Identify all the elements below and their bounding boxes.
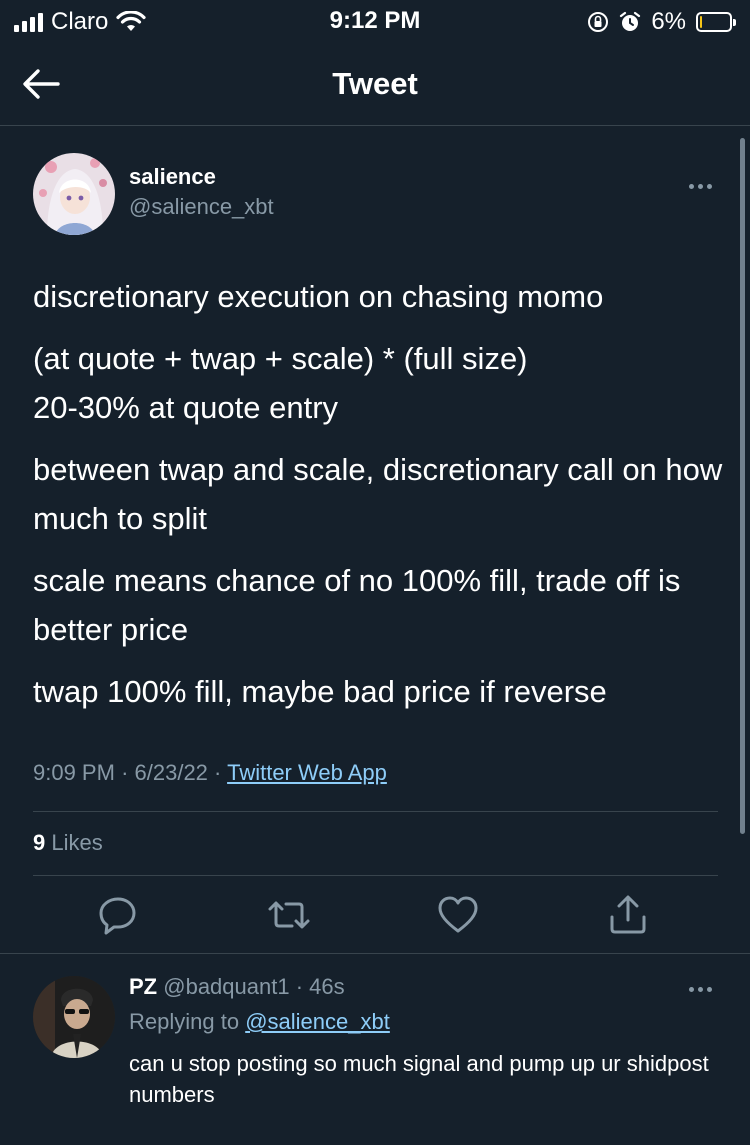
more-dot-icon bbox=[698, 987, 703, 992]
battery-icon bbox=[696, 12, 736, 32]
status-bar: Claro 9:12 PM 6% bbox=[0, 0, 750, 42]
orientation-lock-icon bbox=[588, 12, 609, 32]
person-avatar-image bbox=[33, 976, 115, 1058]
comment-icon bbox=[99, 897, 136, 935]
likes-label: Likes bbox=[51, 830, 103, 855]
replying-to-line: Replying to @salience_xbt bbox=[129, 1009, 390, 1035]
tweet-paragraph: scale means chance of no 100% fill, trad… bbox=[33, 563, 681, 647]
tweet-paragraph: twap 100% fill, maybe bad price if rever… bbox=[33, 674, 607, 709]
divider bbox=[33, 811, 718, 812]
like-button[interactable] bbox=[436, 893, 480, 937]
reply-author-name[interactable]: PZ bbox=[129, 974, 157, 999]
share-button[interactable] bbox=[606, 893, 650, 937]
alarm-icon bbox=[620, 11, 641, 31]
meta-separator: · bbox=[121, 760, 129, 785]
battery-percent: 6% bbox=[651, 8, 686, 35]
likes-count[interactable]: 9 Likes bbox=[33, 830, 103, 856]
more-options-button[interactable] bbox=[687, 168, 714, 196]
reply-header: PZ @badquant1 · 46s bbox=[129, 974, 345, 1000]
battery-level-fill bbox=[700, 16, 702, 28]
reply-separator: · bbox=[295, 974, 304, 999]
author-avatar[interactable] bbox=[33, 153, 115, 235]
reply-author-handle[interactable]: @badquant1 bbox=[163, 974, 289, 999]
tweet-time: 9:09 PM bbox=[33, 760, 115, 785]
meta-separator: · bbox=[214, 760, 222, 785]
status-right: 6% bbox=[587, 8, 736, 36]
reply-body: can u stop posting so much signal and pu… bbox=[129, 1051, 709, 1107]
more-dot-icon bbox=[689, 987, 694, 992]
reply-age: 46s bbox=[309, 974, 345, 999]
heart-icon bbox=[438, 896, 478, 933]
author-handle[interactable]: @salience_xbt bbox=[129, 194, 274, 220]
tweet-paragraph: (at quote + twap + scale) * (full size) … bbox=[33, 341, 528, 425]
tweet-paragraph: discretionary execution on chasing momo bbox=[33, 279, 604, 314]
tweet-paragraph: between twap and scale, discretionary ca… bbox=[33, 452, 723, 536]
tweet-body: discretionary execution on chasing momo … bbox=[33, 272, 723, 729]
tweet-actions bbox=[0, 893, 750, 939]
divider bbox=[33, 875, 718, 876]
tweet-detail-screen: Claro 9:12 PM 6% Tweet salience @salienc… bbox=[0, 0, 750, 1145]
divider bbox=[0, 953, 750, 954]
more-dot-icon bbox=[707, 184, 712, 189]
retweet-icon bbox=[268, 901, 310, 929]
share-icon bbox=[610, 895, 646, 934]
anime-avatar-image bbox=[33, 153, 115, 235]
replying-to-link[interactable]: @salience_xbt bbox=[245, 1009, 390, 1034]
replying-label: Replying to bbox=[129, 1009, 240, 1034]
reply-author-avatar[interactable] bbox=[33, 976, 115, 1058]
more-dot-icon bbox=[698, 184, 703, 189]
tweet-meta: 9:09 PM · 6/23/22 · Twitter Web App bbox=[33, 760, 387, 786]
reply-more-options-button[interactable] bbox=[687, 979, 714, 997]
author-name[interactable]: salience bbox=[129, 164, 216, 190]
more-dot-icon bbox=[689, 184, 694, 189]
scrollbar[interactable] bbox=[740, 138, 745, 834]
reply-button[interactable] bbox=[96, 893, 140, 937]
retweet-button[interactable] bbox=[267, 893, 311, 937]
navigation-bar: Tweet bbox=[0, 42, 750, 126]
tweet-date: 6/23/22 bbox=[134, 760, 208, 785]
likes-number: 9 bbox=[33, 830, 46, 855]
more-dot-icon bbox=[707, 987, 712, 992]
tweet-source-link[interactable]: Twitter Web App bbox=[227, 760, 387, 785]
page-title: Tweet bbox=[332, 66, 418, 101]
